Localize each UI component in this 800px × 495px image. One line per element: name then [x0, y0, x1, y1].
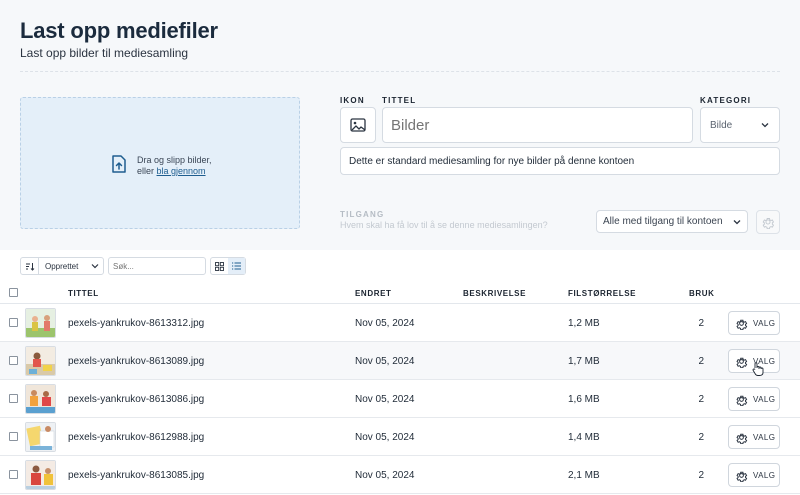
row-checkbox[interactable]	[9, 394, 18, 403]
options-label: VALG	[753, 318, 776, 328]
list-view-button[interactable]	[228, 258, 245, 274]
table-row[interactable]: pexels-yankrukov-8613085.jpg Nov 05, 202…	[0, 456, 800, 494]
table-toolbar: Opprettet	[0, 250, 800, 282]
row-usage: 2	[698, 470, 704, 481]
icon-picker-button[interactable]	[340, 107, 376, 143]
options-button[interactable]: VALG	[728, 387, 780, 411]
chevron-down-icon	[91, 264, 99, 269]
column-size: FILSTØRRELSE	[568, 289, 637, 298]
row-title: pexels-yankrukov-8612988.jpg	[68, 432, 205, 443]
row-changed: Nov 05, 2024	[355, 318, 415, 329]
thumbnail	[25, 384, 56, 414]
row-checkbox[interactable]	[9, 432, 18, 441]
access-value: Alle med tilgang til kontoen	[603, 216, 723, 227]
column-changed: ENDRET	[355, 289, 392, 298]
search-input[interactable]	[108, 257, 206, 275]
row-size: 1,7 MB	[568, 356, 600, 367]
access-settings-button[interactable]	[756, 210, 780, 234]
gear-icon	[736, 319, 748, 330]
description-input[interactable]: Dette er standard mediesamling for nye b…	[340, 147, 780, 175]
title-input[interactable]	[382, 107, 693, 143]
dropzone-line2-prefix: eller	[137, 166, 157, 176]
table-row[interactable]: pexels-yankrukov-8612988.jpg Nov 05, 202…	[0, 418, 800, 456]
options-button[interactable]: VALG	[728, 425, 780, 449]
row-usage: 2	[698, 394, 704, 405]
category-select[interactable]: Bilde	[700, 107, 780, 143]
table-header: TITTEL ENDRET BESKRIVELSE FILSTØRRELSE B…	[0, 282, 800, 304]
table-row[interactable]: pexels-yankrukov-8613086.jpg Nov 05, 202…	[0, 380, 800, 418]
gear-icon	[736, 357, 748, 368]
chevron-down-icon	[761, 123, 769, 128]
gear-icon	[762, 218, 775, 229]
chevron-down-icon	[733, 220, 741, 225]
grid-view-button[interactable]	[211, 258, 228, 274]
options-label: VALG	[753, 394, 776, 404]
category-value: Bilde	[710, 119, 733, 131]
table-row[interactable]: pexels-yankrukov-8613312.jpg Nov 05, 202…	[0, 304, 800, 342]
row-usage: 2	[698, 432, 704, 443]
page-title: Last opp mediefiler	[20, 18, 218, 43]
row-checkbox[interactable]	[9, 356, 18, 365]
gear-icon	[736, 433, 748, 444]
column-title: TITTEL	[68, 289, 99, 298]
access-label: TILGANG	[340, 210, 385, 219]
thumbnail	[25, 422, 56, 452]
row-checkbox[interactable]	[9, 470, 18, 479]
table-row[interactable]: pexels-yankrukov-8613089.jpg Nov 05, 202…	[0, 342, 800, 380]
upload-file-icon	[112, 155, 126, 173]
column-usage: BRUK	[689, 289, 715, 298]
view-toggle	[210, 257, 246, 275]
sort-control[interactable]: Opprettet	[20, 257, 104, 275]
thumbnail	[25, 308, 56, 338]
options-label: VALG	[753, 432, 776, 442]
row-changed: Nov 05, 2024	[355, 470, 415, 481]
row-title: pexels-yankrukov-8613312.jpg	[68, 318, 205, 329]
dropzone-text: Dra og slipp bilder, eller bla gjennom	[137, 155, 212, 177]
row-changed: Nov 05, 2024	[355, 356, 415, 367]
row-title: pexels-yankrukov-8613089.jpg	[68, 356, 205, 367]
row-size: 1,2 MB	[568, 318, 600, 329]
sort-icon	[25, 262, 34, 271]
list-view-icon	[232, 262, 241, 270]
options-label: VALG	[753, 470, 776, 480]
thumbnail	[25, 346, 56, 376]
row-changed: Nov 05, 2024	[355, 432, 415, 443]
row-changed: Nov 05, 2024	[355, 394, 415, 405]
row-title: pexels-yankrukov-8613086.jpg	[68, 394, 205, 405]
upload-panel: Last opp mediefiler Last opp bilder til …	[0, 0, 800, 250]
page-subtitle: Last opp bilder til mediesamling	[20, 46, 189, 60]
row-size: 2,1 MB	[568, 470, 600, 481]
row-size: 1,4 MB	[568, 432, 600, 443]
select-all-checkbox[interactable]	[9, 288, 18, 297]
row-usage: 2	[698, 356, 704, 367]
divider	[20, 71, 780, 72]
row-title: pexels-yankrukov-8613085.jpg	[68, 470, 205, 481]
browse-link[interactable]: bla gjennom	[157, 166, 206, 176]
dropzone-line1: Dra og slipp bilder,	[137, 155, 212, 165]
category-label: KATEGORI	[700, 96, 752, 105]
row-size: 1,6 MB	[568, 394, 600, 405]
grid-view-icon	[215, 261, 224, 271]
image-icon	[350, 118, 366, 132]
gear-icon	[736, 395, 748, 406]
media-table: TITTEL ENDRET BESKRIVELSE FILSTØRRELSE B…	[0, 282, 800, 494]
thumbnail	[25, 460, 56, 490]
row-checkbox[interactable]	[9, 318, 18, 327]
title-label: TITTEL	[382, 96, 417, 105]
options-button[interactable]: VALG	[728, 463, 780, 487]
row-usage: 2	[698, 318, 704, 329]
sort-direction-button[interactable]	[21, 258, 39, 274]
gear-icon	[736, 471, 748, 482]
hand-cursor-icon	[752, 362, 764, 376]
access-help-text: Hvem skal ha få lov til å se denne medie…	[340, 220, 548, 230]
sort-field: Opprettet	[45, 261, 79, 271]
dropzone[interactable]: Dra og slipp bilder, eller bla gjennom	[20, 97, 300, 229]
access-select[interactable]: Alle med tilgang til kontoen	[596, 210, 748, 233]
icon-label: IKON	[340, 96, 365, 105]
column-description: BESKRIVELSE	[463, 289, 527, 298]
options-button[interactable]: VALG	[728, 311, 780, 335]
